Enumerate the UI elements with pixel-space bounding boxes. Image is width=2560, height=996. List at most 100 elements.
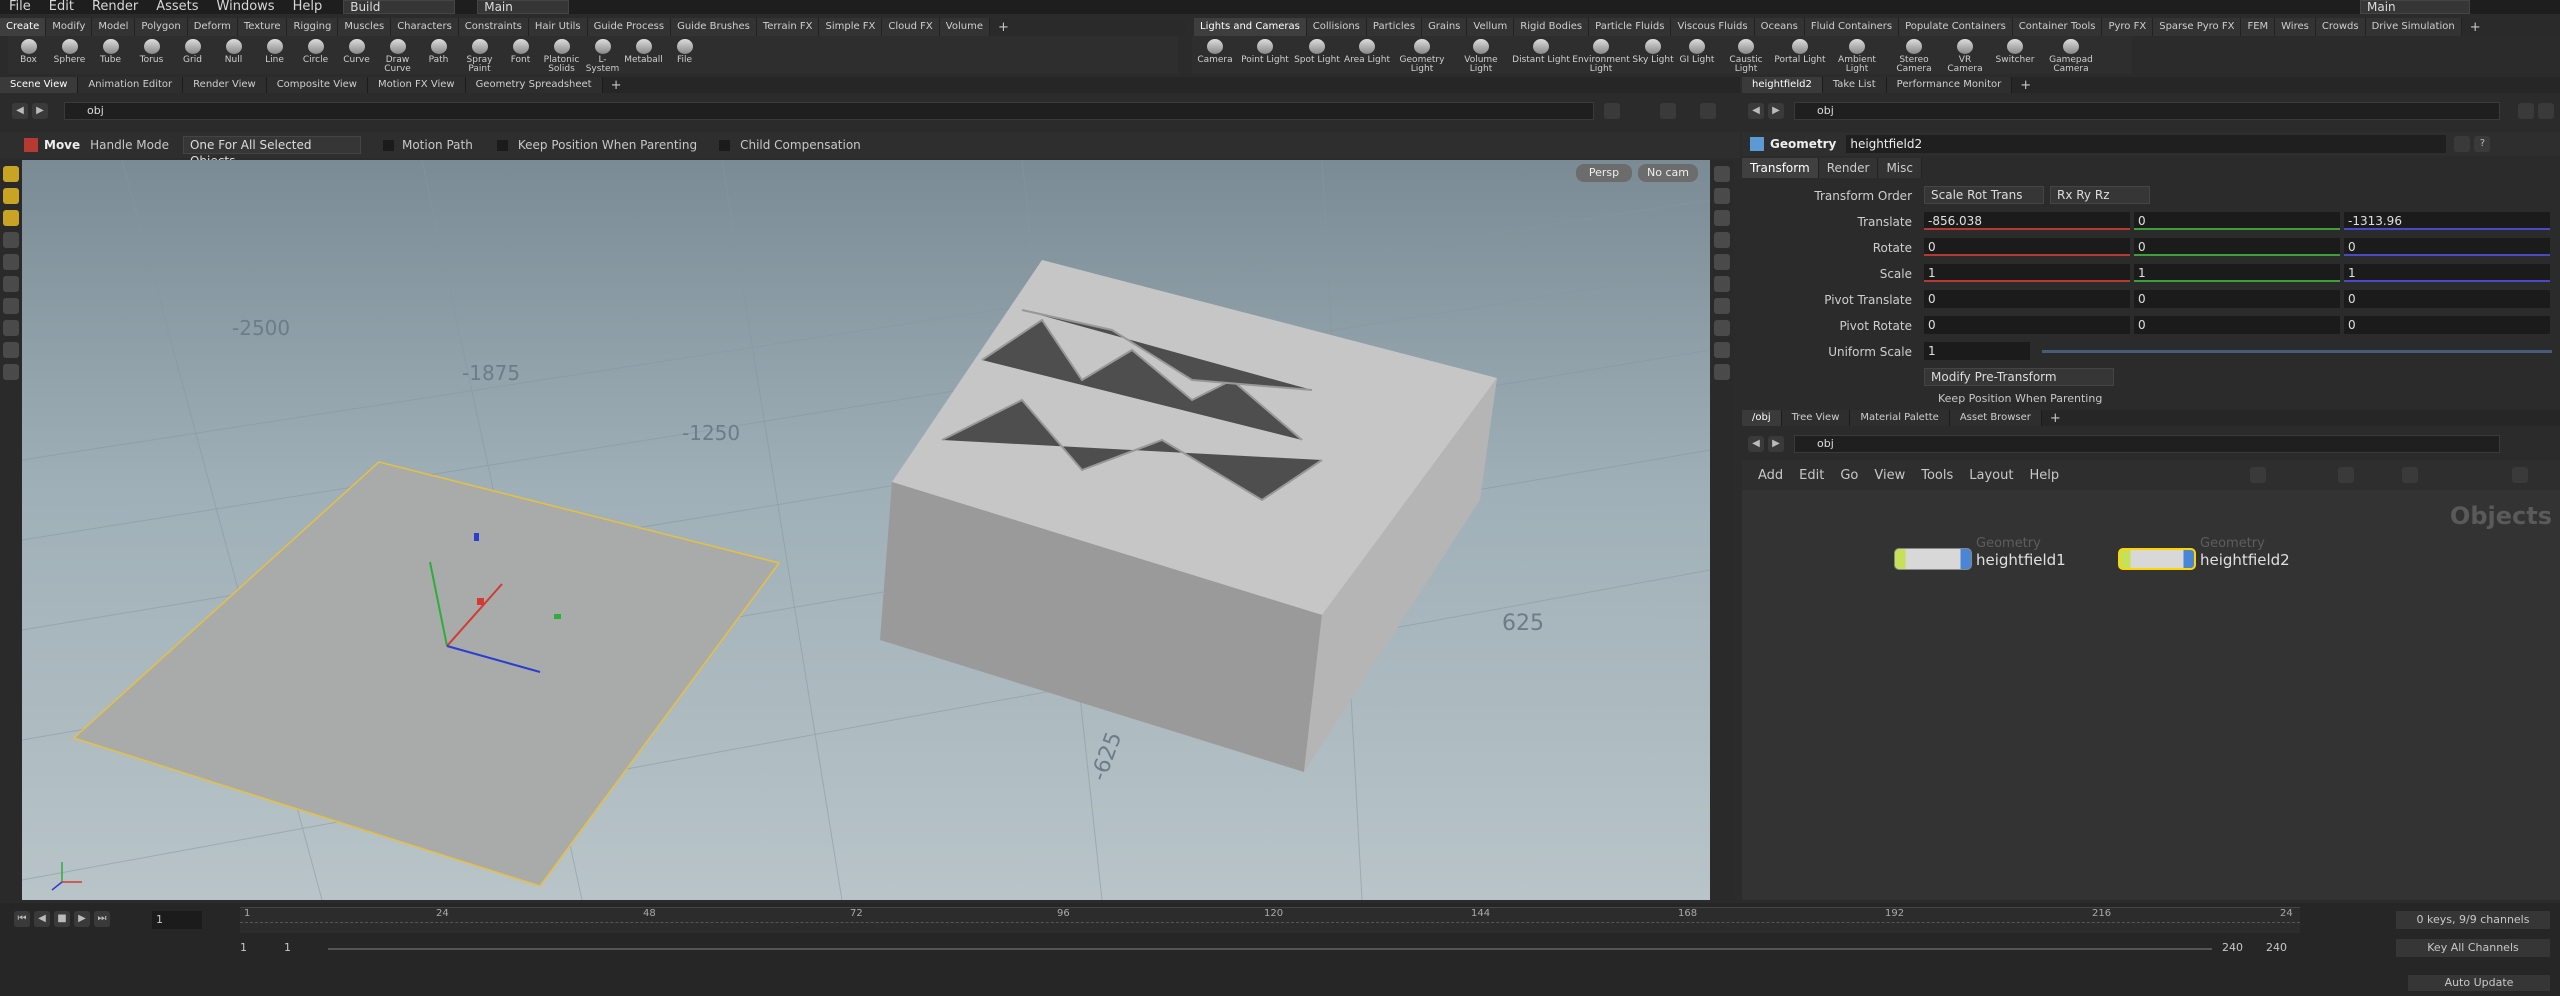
play-icon[interactable]: ▶ xyxy=(74,911,90,927)
menu-help[interactable]: Help xyxy=(2021,468,2067,483)
rotate-order-select[interactable]: Rx Ry Rz xyxy=(2050,186,2150,204)
menu-file[interactable]: File xyxy=(0,0,40,14)
grid-view-icon[interactable] xyxy=(2338,467,2354,483)
paint-tool-icon[interactable] xyxy=(3,320,19,336)
tool-l-system[interactable]: L-System xyxy=(582,36,623,74)
pivot-rotate-y-field[interactable]: 0 xyxy=(2134,316,2340,334)
left-path-field[interactable]: obj xyxy=(64,102,1594,120)
add-pane-tab-icon[interactable]: + xyxy=(603,78,630,93)
tab-render-view[interactable]: Render View xyxy=(183,77,267,93)
points-icon[interactable] xyxy=(1714,320,1730,336)
background-icon[interactable] xyxy=(1714,298,1730,314)
tool-curve[interactable]: Curve xyxy=(336,36,377,74)
tab-take-list[interactable]: Take List xyxy=(1822,77,1887,93)
guides-icon[interactable] xyxy=(1714,364,1730,380)
jump-start-icon[interactable]: ⏮ xyxy=(14,911,30,927)
add-pane-tab-icon[interactable]: + xyxy=(2012,78,2039,93)
add-shelf-tab-icon[interactable]: + xyxy=(990,20,1017,35)
shelf-tab[interactable]: Model xyxy=(92,18,136,36)
tab-material-palette[interactable]: Material Palette xyxy=(1850,410,1950,426)
shelf-tab[interactable]: Drive Simulation xyxy=(2365,18,2462,36)
ghost-icon[interactable] xyxy=(1714,188,1730,204)
lock-camera-icon[interactable] xyxy=(1714,210,1730,226)
right-session-select[interactable]: Main xyxy=(2360,0,2470,14)
rotate-y-field[interactable]: 0 xyxy=(2134,238,2340,256)
rotate-x-field[interactable]: 0 xyxy=(1924,238,2130,256)
handle-tool-icon[interactable] xyxy=(3,254,19,270)
range-start-field[interactable]: 1 xyxy=(240,941,247,954)
shelf-tab[interactable]: Rigid Bodies xyxy=(1514,18,1590,36)
range-end2-field[interactable]: 240 xyxy=(2266,941,2287,954)
tool-box[interactable]: Box xyxy=(8,36,49,74)
tool-metaball[interactable]: Metaball xyxy=(623,36,664,74)
node-body[interactable] xyxy=(1894,548,1972,570)
keep-position-checkbox[interactable] xyxy=(496,139,508,151)
menu-render[interactable]: Render xyxy=(83,0,147,14)
subtab-render[interactable]: Render xyxy=(1818,158,1879,178)
jump-end-icon[interactable]: ⏭ xyxy=(94,911,110,927)
pivot-translate-z-field[interactable]: 0 xyxy=(2344,290,2550,308)
menu-edit[interactable]: Edit xyxy=(1791,468,1832,483)
menu-add[interactable]: Add xyxy=(1750,468,1791,483)
pin-icon[interactable] xyxy=(2518,103,2534,119)
range-end-field[interactable]: 240 xyxy=(2222,941,2243,954)
pivot-translate-x-field[interactable]: 0 xyxy=(1924,290,2130,308)
shelf-tab[interactable]: Pyro FX xyxy=(2102,18,2154,36)
range-slider[interactable] xyxy=(328,948,2212,950)
forward-icon[interactable]: ▶ xyxy=(32,103,48,119)
menu-assets[interactable]: Assets xyxy=(147,0,207,14)
network-options-icon[interactable] xyxy=(2402,467,2418,483)
node-name[interactable]: heightfield2 xyxy=(2200,551,2290,569)
shelf-tab[interactable]: Modify xyxy=(46,18,93,36)
menu-help[interactable]: Help xyxy=(284,0,332,14)
range-start2-field[interactable]: 1 xyxy=(284,941,291,954)
menu-go[interactable]: Go xyxy=(1832,468,1866,483)
tool-geometry-light[interactable]: Geometry Light xyxy=(1392,36,1452,74)
shelf-tab[interactable]: Cloud FX xyxy=(882,18,940,36)
shelf-tab[interactable]: Rigging xyxy=(287,18,339,36)
tool-stereo-camera[interactable]: Stereo Camera xyxy=(1888,36,1940,74)
tool-line[interactable]: Line xyxy=(254,36,295,74)
back-icon[interactable]: ◀ xyxy=(12,103,28,119)
forward-icon[interactable]: ▶ xyxy=(1768,103,1784,119)
motion-path-checkbox[interactable] xyxy=(382,139,394,151)
translate-x-field[interactable]: -856.038 xyxy=(1924,212,2130,230)
shaded-icon[interactable] xyxy=(1714,254,1730,270)
tab-scene-view[interactable]: Scene View xyxy=(0,77,79,93)
pin-icon[interactable] xyxy=(1604,103,1620,119)
node-name-field[interactable]: heightfield2 xyxy=(1846,135,2447,153)
shelf-tab[interactable]: Sparse Pyro FX xyxy=(2153,18,2242,36)
normals-icon[interactable] xyxy=(1714,342,1730,358)
shelf-tab-create[interactable]: Create xyxy=(0,18,47,36)
subtab-transform[interactable]: Transform xyxy=(1742,158,1819,178)
play-reverse-icon[interactable]: ◀ xyxy=(34,911,50,927)
back-icon[interactable]: ◀ xyxy=(1748,436,1764,452)
pose-tool-icon[interactable] xyxy=(3,298,19,314)
network-editor[interactable]: Add Edit Go View Tools Layout Help Objec… xyxy=(1742,460,2560,900)
help-icon[interactable]: ? xyxy=(2474,136,2491,152)
tab-tree-view[interactable]: Tree View xyxy=(1781,410,1851,426)
shelf-tab[interactable]: Wires xyxy=(2275,18,2316,36)
scale-z-field[interactable]: 1 xyxy=(2344,264,2550,282)
scale-tool-icon[interactable] xyxy=(3,232,19,248)
tool-draw-curve[interactable]: Draw Curve xyxy=(377,36,418,74)
persp-menu[interactable]: Persp xyxy=(1576,164,1632,182)
shelf-tab[interactable]: Muscles xyxy=(338,18,392,36)
key-all-channels-button[interactable]: Key All Channels xyxy=(2396,939,2550,957)
rotate-z-field[interactable]: 0 xyxy=(2344,238,2550,256)
current-frame-field[interactable]: 1 xyxy=(152,911,202,929)
tool-sphere[interactable]: Sphere xyxy=(49,36,90,74)
search-icon[interactable] xyxy=(2512,467,2528,483)
frame-ruler[interactable]: 1 24 48 72 96 120 144 168 192 216 24 xyxy=(240,907,2300,933)
tool-spot-light[interactable]: Spot Light xyxy=(1292,36,1342,74)
transform-order-select[interactable]: Scale Rot Trans xyxy=(1924,186,2044,204)
shelf-tab[interactable]: FEM xyxy=(2241,18,2276,36)
tab-composite-view[interactable]: Composite View xyxy=(266,77,368,93)
tool-ambient-light[interactable]: Ambient Light xyxy=(1826,36,1888,74)
shelf-tab[interactable]: Container Tools xyxy=(2012,18,2103,36)
display-options-icon[interactable] xyxy=(1714,166,1730,182)
back-icon[interactable]: ◀ xyxy=(1748,103,1764,119)
child-compensation-checkbox[interactable] xyxy=(719,139,731,151)
shelf-tab[interactable]: Guide Brushes xyxy=(671,18,757,36)
tool-camera[interactable]: Camera xyxy=(1192,36,1238,74)
